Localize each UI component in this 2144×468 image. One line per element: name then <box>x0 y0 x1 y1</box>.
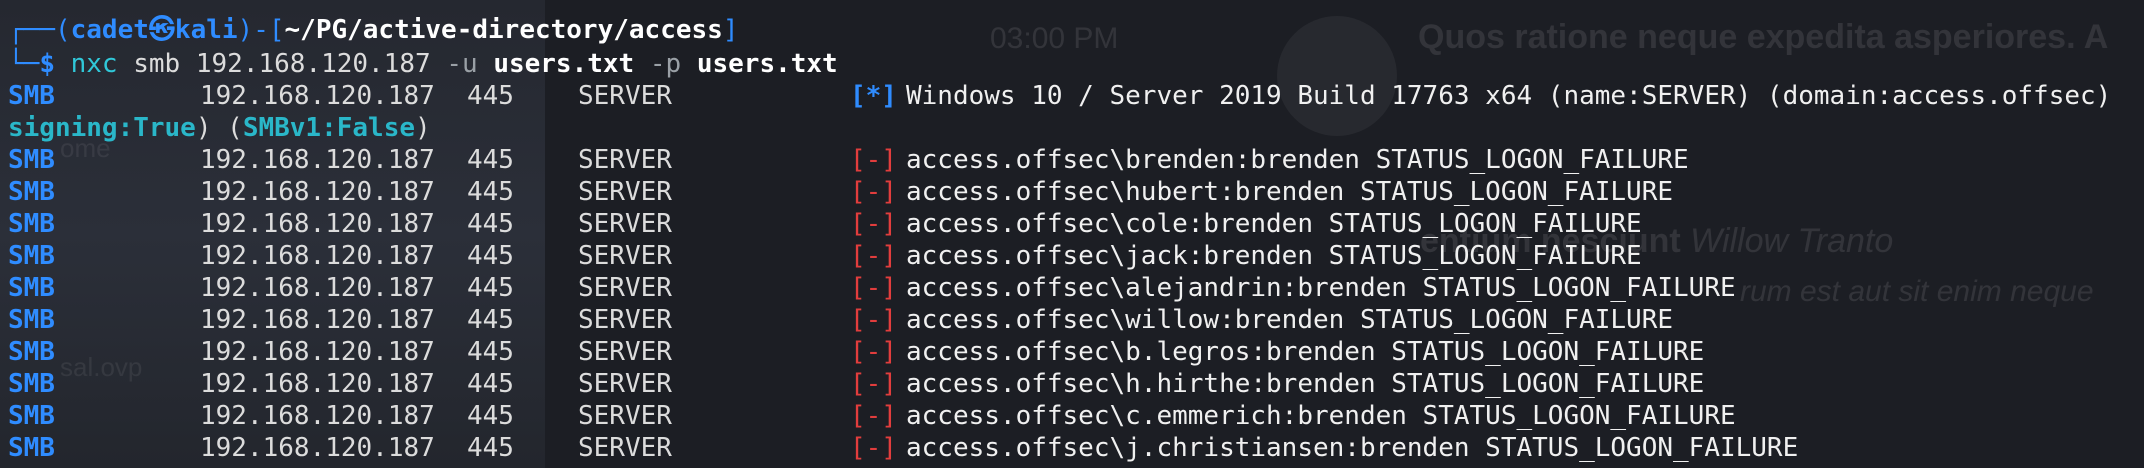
result-row: SMB 192.168.120.187 445 SERVER [-] access.off… <box>8 272 2144 304</box>
result-row: SMB 192.168.120.187 445 SERVER [-] access.off… <box>8 208 2144 240</box>
result-message: access.offsec\h.hirthe:brenden STATUS_LO… <box>906 369 1705 399</box>
info-output-line: SMB 192.168.120.187 445 SERVER [*] Windo… <box>8 80 2144 112</box>
result-message: access.offsec\b.legros:brenden STATUS_LO… <box>906 337 1705 367</box>
result-proto: SMB <box>8 433 55 463</box>
result-port: 445 <box>467 209 514 239</box>
result-host: SERVER <box>578 337 672 367</box>
prompt-header-line: ┌──(cadet㉿kali)-[~/PG/active-directory/a… <box>8 15 739 45</box>
result-message: access.offsec\c.emmerich:brenden STATUS_… <box>906 401 1736 431</box>
result-ip: 192.168.120.187 <box>200 209 435 239</box>
result-host: SERVER <box>578 145 672 175</box>
result-proto: SMB <box>8 401 55 431</box>
result-message: access.offsec\j.christiansen:brenden STA… <box>906 433 1799 463</box>
result-port: 445 <box>467 273 514 303</box>
result-host: SERVER <box>578 305 672 335</box>
prompt-path: ~/PG/active-directory/access <box>284 15 723 45</box>
result-message: access.offsec\cole:brenden STATUS_LOGON_… <box>906 209 1642 239</box>
output-host: SERVER <box>578 81 672 111</box>
result-port: 445 <box>467 177 514 207</box>
result-fail-flag: [-] <box>850 145 897 175</box>
result-fail-flag: [-] <box>850 209 897 239</box>
result-row: SMB 192.168.120.187 445 SERVER [-] access.off… <box>8 176 2144 208</box>
output-info-message: Windows 10 / Server 2019 Build 17763 x64… <box>906 81 2112 111</box>
result-row: SMB 192.168.120.187 445 SERVER [-] access.off… <box>8 144 2144 176</box>
command-target: 192.168.120.187 <box>195 49 431 79</box>
result-ip: 192.168.120.187 <box>200 177 435 207</box>
info-output-wrap: signing:True) (SMBv1:False) <box>8 113 431 143</box>
output-ip: 192.168.120.187 <box>200 81 435 111</box>
output-info-flag: [*] <box>850 81 897 111</box>
result-message: access.offsec\brenden:brenden STATUS_LOG… <box>906 145 1689 175</box>
result-host: SERVER <box>578 241 672 271</box>
result-proto: SMB <box>8 337 55 367</box>
result-fail-flag: [-] <box>850 241 897 271</box>
result-ip: 192.168.120.187 <box>200 145 435 175</box>
output-signing: signing:True <box>8 113 196 143</box>
result-proto: SMB <box>8 369 55 399</box>
result-message: access.offsec\willow:brenden STATUS_LOGO… <box>906 305 1674 335</box>
result-host: SERVER <box>578 401 672 431</box>
command-pass-flag: -p <box>649 49 682 79</box>
result-port: 445 <box>467 337 514 367</box>
result-host: SERVER <box>578 177 672 207</box>
result-proto: SMB <box>8 241 55 271</box>
result-ip: 192.168.120.187 <box>200 401 435 431</box>
result-fail-flag: [-] <box>850 273 897 303</box>
result-row: SMB 192.168.120.187 445 SERVER [-] access.off… <box>8 432 2144 464</box>
result-host: SERVER <box>578 209 672 239</box>
command-user-flag: -u <box>446 49 478 79</box>
result-fail-flag: [-] <box>850 305 897 335</box>
command-pass-file: users.txt <box>696 49 838 79</box>
result-proto: SMB <box>8 209 55 239</box>
result-ip: 192.168.120.187 <box>200 273 435 303</box>
result-port: 445 <box>467 369 514 399</box>
result-row: SMB 192.168.120.187 445 SERVER [-] access.off… <box>8 336 2144 368</box>
result-ip: 192.168.120.187 <box>200 337 435 367</box>
result-row: SMB 192.168.120.187 445 SERVER [-] access.off… <box>8 368 2144 400</box>
result-host: SERVER <box>578 369 672 399</box>
output-port: 445 <box>467 81 514 111</box>
command-user-file: users.txt <box>493 49 635 79</box>
result-ip: 192.168.120.187 <box>200 305 435 335</box>
result-host: SERVER <box>578 273 672 303</box>
command-line: └─$ nxc smb 192.168.120.187 -u users.txt… <box>8 49 838 79</box>
result-message: access.offsec\hubert:brenden STATUS_LOGO… <box>906 177 1674 207</box>
result-fail-flag: [-] <box>850 337 897 367</box>
result-message: access.offsec\alejandrin:brenden STATUS_… <box>906 273 1736 303</box>
result-port: 445 <box>467 401 514 431</box>
result-fail-flag: [-] <box>850 177 897 207</box>
command-name: nxc <box>70 49 118 79</box>
result-row: SMB 192.168.120.187 445 SERVER [-] access.off… <box>8 240 2144 272</box>
prompt-host: kali <box>174 15 238 45</box>
result-ip: 192.168.120.187 <box>200 433 435 463</box>
result-ip: 192.168.120.187 <box>200 369 435 399</box>
result-ip: 192.168.120.187 <box>200 241 435 271</box>
result-port: 445 <box>467 433 514 463</box>
result-proto: SMB <box>8 273 55 303</box>
result-row: SMB 192.168.120.187 445 SERVER [-] access.off… <box>8 400 2144 432</box>
prompt-dollar: $ <box>39 49 71 79</box>
result-port: 445 <box>467 305 514 335</box>
terminal-window[interactable]: ┌──(cadet㉿kali)-[~/PG/active-directory/a… <box>0 0 2144 468</box>
result-proto: SMB <box>8 145 55 175</box>
prompt-user: cadet <box>70 15 149 45</box>
result-fail-flag: [-] <box>850 433 897 463</box>
result-port: 445 <box>467 241 514 271</box>
result-fail-flag: [-] <box>850 369 897 399</box>
output-smbv1: SMBv1:False <box>242 113 415 143</box>
result-host: SERVER <box>578 433 672 463</box>
result-port: 445 <box>467 145 514 175</box>
output-proto: SMB <box>8 81 55 111</box>
prompt-kali-icon: ㉿ <box>148 15 175 45</box>
result-proto: SMB <box>8 177 55 207</box>
result-fail-flag: [-] <box>850 401 897 431</box>
result-message: access.offsec\jack:brenden STATUS_LOGON_… <box>906 241 1642 271</box>
result-row: SMB 192.168.120.187 445 SERVER [-] access.off… <box>8 304 2144 336</box>
command-protocol: smb <box>133 49 181 79</box>
result-proto: SMB <box>8 305 55 335</box>
